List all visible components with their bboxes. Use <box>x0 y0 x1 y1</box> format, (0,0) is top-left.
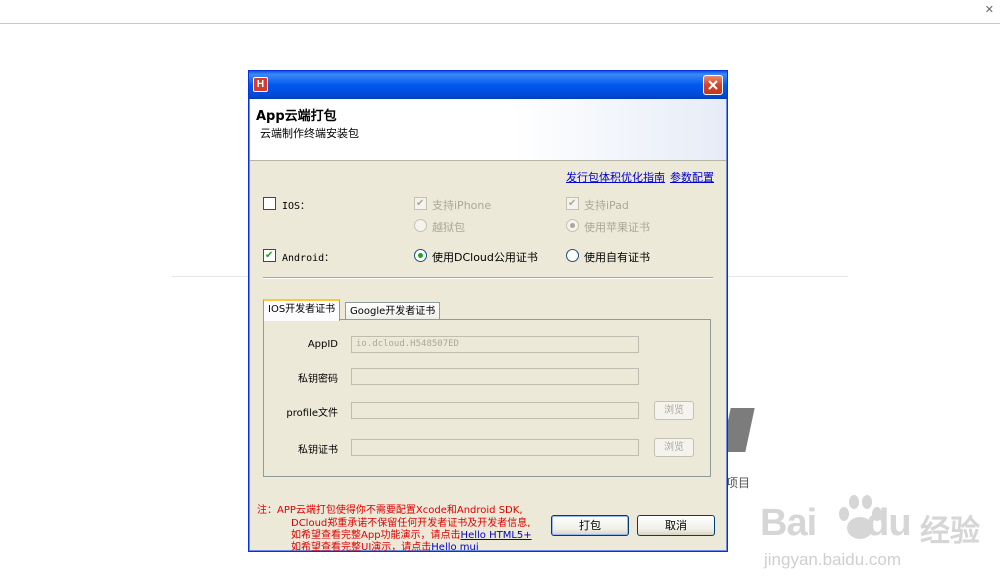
check-icon: ✔ <box>265 250 274 261</box>
apple-cert-label: 使用苹果证书 <box>584 221 650 234</box>
profile-file-label: profile文件 <box>286 408 338 419</box>
key-cert-label: 私钥证书 <box>298 445 338 456</box>
dcloud-public-cert-radio[interactable] <box>414 249 427 262</box>
check-icon: ✔ <box>568 198 577 209</box>
background-close-icon[interactable]: ✕ <box>985 3 994 16</box>
watermark-suffix: 经验 <box>920 514 980 549</box>
tab-ios-developer-cert[interactable]: IOS开发者证书 <box>263 299 341 321</box>
support-ipad-label: 支持iPad <box>584 199 629 212</box>
hbuilder-app-icon: H <box>253 77 268 92</box>
own-cert-radio[interactable] <box>566 249 579 262</box>
key-cert-field[interactable] <box>351 439 639 456</box>
android-checkbox[interactable]: ✔ <box>263 249 276 262</box>
pack-button[interactable]: 打包 <box>551 515 629 536</box>
own-cert-label: 使用自有证书 <box>584 251 650 264</box>
jailbreak-radio[interactable] <box>414 219 427 232</box>
dialog-title: App云端打包 <box>256 109 337 124</box>
key-password-field[interactable] <box>351 368 639 385</box>
hello-mui-link[interactable]: Hello mui <box>431 542 478 551</box>
optimization-guide-link[interactable]: 发行包体积优化指南 <box>566 169 665 185</box>
parameter-config-link[interactable]: 参数配置 <box>670 169 714 185</box>
dcloud-public-cert-label: 使用DCloud公用证书 <box>432 251 538 264</box>
note-line-4: 如希望查看完整UI演示，请点击Hello mui <box>291 542 479 552</box>
apple-cert-radio[interactable] <box>566 219 579 232</box>
close-icon <box>708 80 718 90</box>
jailbreak-label: 越狱包 <box>432 221 465 234</box>
watermark: Bai du 经验 jingyan.baidu.com <box>760 488 990 582</box>
options-divider <box>263 277 713 279</box>
watermark-brand: Bai du <box>760 502 912 544</box>
check-icon: ✔ <box>416 198 425 209</box>
profile-file-field[interactable] <box>351 402 639 419</box>
background-toolbar: ✕ <box>0 0 1000 24</box>
dialog-close-button[interactable] <box>703 75 723 95</box>
support-iphone-label: 支持iPhone <box>432 199 492 212</box>
key-password-label: 私钥密码 <box>298 374 338 385</box>
key-cert-browse-button[interactable]: 浏览 <box>654 438 694 457</box>
radio-dot <box>418 253 423 258</box>
dialog-subtitle: 云端制作终端安装包 <box>260 127 359 140</box>
dialog-header: App云端打包 云端制作终端安装包 <box>250 99 726 161</box>
background-project-label: 项目 <box>726 476 751 490</box>
appid-field[interactable]: io.dcloud.H548507ED <box>351 336 639 353</box>
ios-checkbox[interactable] <box>263 197 276 210</box>
watermark-url: jingyan.baidu.com <box>764 550 902 569</box>
tab-panel-body: AppID io.dcloud.H548507ED 私钥密码 profile文件… <box>264 320 710 476</box>
cancel-button[interactable]: 取消 <box>637 515 715 536</box>
dialog-title-bar[interactable]: H <box>249 71 727 99</box>
profile-browse-button[interactable]: 浏览 <box>654 401 694 420</box>
appid-label: AppID <box>307 339 338 350</box>
android-label: Android： <box>282 253 335 264</box>
ios-label: IOS： <box>282 201 311 212</box>
radio-dot <box>570 223 575 228</box>
support-ipad-checkbox[interactable]: ✔ <box>566 197 579 210</box>
support-iphone-checkbox[interactable]: ✔ <box>414 197 427 210</box>
app-cloud-pack-dialog: H App云端打包 云端制作终端安装包 发行包体积优化指南 参数配置 IOS： … <box>248 70 728 552</box>
tab-panel-ios-cert: AppID io.dcloud.H548507ED 私钥密码 profile文件… <box>263 319 711 477</box>
